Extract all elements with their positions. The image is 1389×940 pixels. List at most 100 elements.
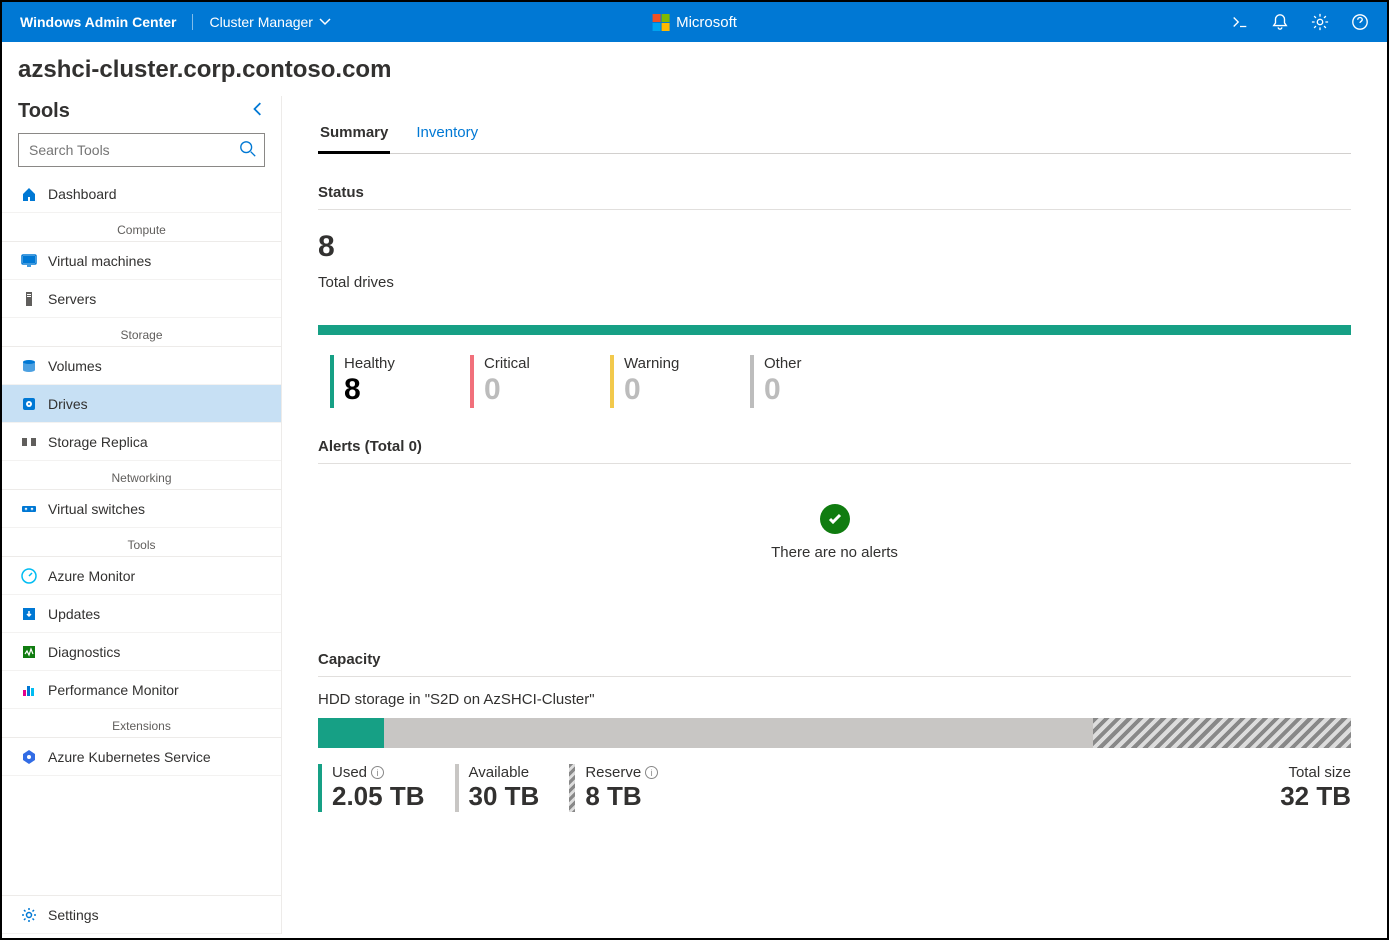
drive-icon	[20, 395, 38, 413]
server-icon	[20, 290, 38, 308]
notifications-button[interactable]	[1271, 13, 1289, 31]
stat-label: Warning	[624, 355, 738, 372]
gear-icon	[20, 906, 38, 924]
stat-label: Critical	[484, 355, 598, 372]
sidebar-item-vms[interactable]: Virtual machines	[2, 242, 281, 280]
main-content: Summary Inventory Status 8 Total drives …	[282, 96, 1387, 934]
stat-value: 0	[624, 372, 738, 408]
context-label: Cluster Manager	[209, 14, 313, 30]
capacity-total: Total size 32 TB	[1280, 764, 1351, 812]
alerts-section: Alerts (Total 0) There are no alerts	[318, 438, 1351, 621]
brand-label: Windows Admin Center	[20, 14, 193, 30]
info-icon[interactable]: i	[371, 766, 384, 779]
capacity-section: Capacity HDD storage in "S2D on AzSHCI-C…	[318, 651, 1351, 812]
capacity-value: 2.05 TB	[332, 781, 425, 812]
sidebar-item-label: Dashboard	[48, 186, 117, 202]
settings-button[interactable]	[1311, 13, 1329, 31]
tab-bar: Summary Inventory	[318, 96, 1351, 154]
stat-value: 8	[344, 372, 458, 408]
sidebar-item-storage-replica[interactable]: Storage Replica	[2, 423, 281, 461]
sidebar-group-tools: Tools	[2, 534, 281, 557]
capacity-value: 32 TB	[1280, 781, 1351, 812]
diagnostics-icon	[20, 643, 38, 661]
sidebar-item-aks[interactable]: Azure Kubernetes Service	[2, 738, 281, 776]
alerts-empty-message: There are no alerts	[318, 544, 1351, 561]
sidebar-item-label: Volumes	[48, 358, 102, 374]
monitor-dial-icon	[20, 567, 38, 585]
chart-icon	[20, 681, 38, 699]
context-switcher[interactable]: Cluster Manager	[193, 14, 331, 30]
capacity-reserve: Reservei 8 TB	[569, 764, 658, 812]
stat-value: 0	[484, 372, 598, 408]
search-input[interactable]	[18, 133, 265, 167]
sidebar-item-vswitches[interactable]: Virtual switches	[2, 490, 281, 528]
stat-critical: Critical 0	[458, 355, 598, 408]
sidebar-item-perfmon[interactable]: Performance Monitor	[2, 671, 281, 709]
capacity-value: 30 TB	[469, 781, 540, 812]
sidebar-item-label: Drives	[48, 396, 88, 412]
sidebar-item-label: Virtual switches	[48, 501, 145, 517]
sidebar-item-label: Diagnostics	[48, 644, 120, 660]
sidebar-group-storage: Storage	[2, 324, 281, 347]
sidebar-item-servers[interactable]: Servers	[2, 280, 281, 318]
status-heading: Status	[318, 184, 1351, 210]
stat-warning: Warning 0	[598, 355, 738, 408]
sidebar-item-dashboard[interactable]: Dashboard	[2, 175, 281, 213]
search-tools	[18, 133, 265, 167]
sidebar-item-azure-monitor[interactable]: Azure Monitor	[2, 557, 281, 595]
stat-other: Other 0	[738, 355, 878, 408]
check-circle-icon	[820, 504, 850, 534]
capacity-bar	[318, 718, 1351, 748]
help-button[interactable]	[1351, 13, 1369, 31]
sidebar-item-label: Storage Replica	[48, 434, 148, 450]
capacity-label: Total size	[1280, 764, 1351, 781]
status-section: Status 8 Total drives Healthy 8 Critical…	[318, 184, 1351, 408]
capacity-bar-available	[384, 718, 1093, 748]
sidebar-item-label: Azure Kubernetes Service	[48, 749, 211, 765]
sidebar-item-label: Performance Monitor	[48, 682, 179, 698]
info-icon[interactable]: i	[645, 766, 658, 779]
sidebar-group-networking: Networking	[2, 467, 281, 490]
top-bar: Windows Admin Center Cluster Manager Mic…	[2, 2, 1387, 42]
kubernetes-icon	[20, 748, 38, 766]
sidebar-collapse-button[interactable]	[251, 102, 265, 121]
capacity-heading: Capacity	[318, 651, 1351, 677]
sidebar-nav: Dashboard Compute Virtual machines Serve…	[2, 175, 281, 895]
sidebar-item-diagnostics[interactable]: Diagnostics	[2, 633, 281, 671]
capacity-label: Used	[332, 764, 367, 781]
search-icon[interactable]	[239, 140, 257, 163]
ms-brand-center: Microsoft	[652, 13, 737, 31]
sidebar-item-drives[interactable]: Drives	[2, 385, 281, 423]
tab-inventory[interactable]: Inventory	[414, 118, 480, 154]
updates-icon	[20, 605, 38, 623]
sidebar-title: Tools	[18, 100, 70, 123]
sidebar-item-label: Updates	[48, 606, 100, 622]
sidebar: Tools Dashboard Compute Virtual machines	[2, 96, 282, 934]
status-bar	[318, 325, 1351, 335]
sidebar-item-label: Azure Monitor	[48, 568, 135, 584]
total-drives-value: 8	[318, 230, 1351, 264]
sidebar-group-extensions: Extensions	[2, 715, 281, 738]
capacity-value: 8 TB	[585, 781, 658, 812]
replica-icon	[20, 433, 38, 451]
capacity-available: Available 30 TB	[455, 764, 540, 812]
capacity-bar-used	[318, 718, 384, 748]
capacity-bar-reserve	[1093, 718, 1351, 748]
sidebar-item-settings[interactable]: Settings	[2, 896, 281, 934]
sidebar-item-label: Servers	[48, 291, 96, 307]
stat-label: Healthy	[344, 355, 458, 372]
microsoft-logo-icon	[652, 13, 670, 31]
chevron-down-icon	[319, 16, 331, 28]
volumes-icon	[20, 357, 38, 375]
capacity-description: HDD storage in "S2D on AzSHCI-Cluster"	[318, 691, 1351, 708]
stat-value: 0	[764, 372, 878, 408]
capacity-label: Available	[469, 764, 530, 781]
sidebar-item-updates[interactable]: Updates	[2, 595, 281, 633]
stat-healthy: Healthy 8	[318, 355, 458, 408]
ms-brand-text: Microsoft	[676, 14, 737, 31]
tab-summary[interactable]: Summary	[318, 118, 390, 154]
stat-label: Other	[764, 355, 878, 372]
capacity-used: Usedi 2.05 TB	[318, 764, 425, 812]
cloud-shell-button[interactable]	[1231, 13, 1249, 31]
sidebar-item-volumes[interactable]: Volumes	[2, 347, 281, 385]
